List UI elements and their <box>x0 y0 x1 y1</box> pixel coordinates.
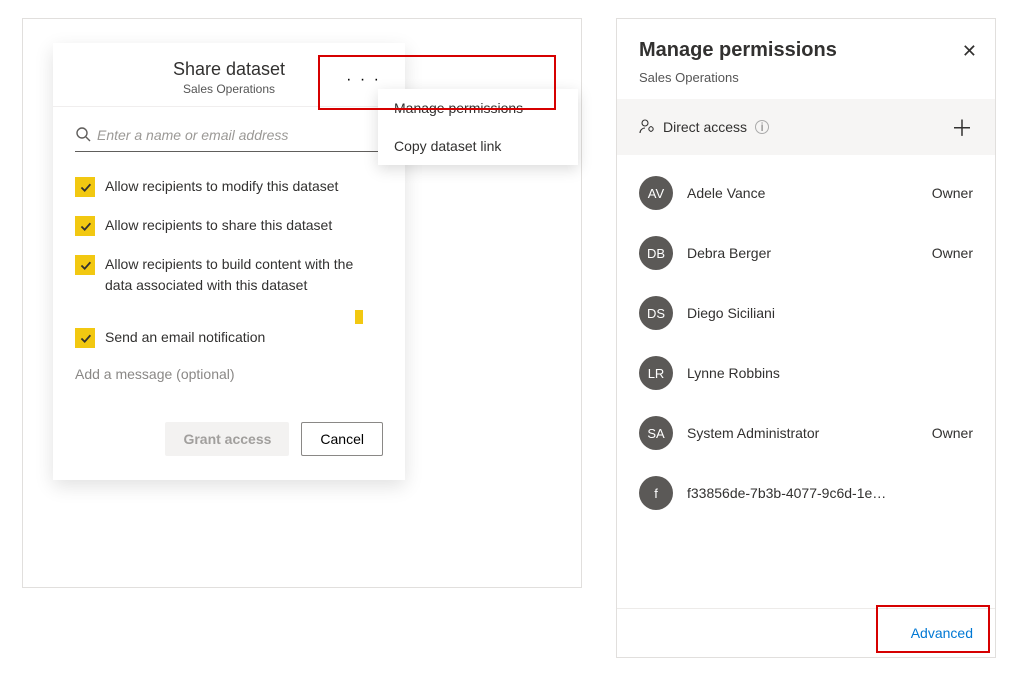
manage-permissions-panel: Manage permissions Sales Operations ✕ Di… <box>616 18 996 658</box>
user-name: Debra Berger <box>687 245 771 261</box>
recipient-input[interactable] <box>93 125 383 145</box>
user-row[interactable]: AV Adele Vance Owner <box>617 163 995 223</box>
user-name: Lynne Robbins <box>687 365 780 381</box>
user-row[interactable]: SA System Administrator Owner <box>617 403 995 463</box>
checkbox-icon <box>75 216 95 236</box>
checkbox-icon <box>75 255 95 275</box>
user-name: System Administrator <box>687 425 819 441</box>
message-input[interactable]: Add a message (optional) <box>75 366 383 382</box>
user-name: Adele Vance <box>687 185 765 201</box>
user-name: f33856de-7b3b-4077-9c6d-1e… <box>687 485 886 501</box>
check-modify[interactable]: Allow recipients to modify this dataset <box>75 176 383 197</box>
checkbox-icon <box>75 177 95 197</box>
cursor-caret <box>355 310 363 324</box>
user-role: Owner <box>932 425 973 441</box>
avatar: f <box>639 476 673 510</box>
direct-access-section: Direct access i ＋ <box>617 99 995 155</box>
people-settings-icon <box>639 118 655 137</box>
share-body: Allow recipients to modify this dataset … <box>53 107 405 480</box>
close-icon: ✕ <box>962 41 977 61</box>
perm-footer: Advanced <box>617 608 995 657</box>
user-row[interactable]: LR Lynne Robbins <box>617 343 995 403</box>
section-label: Direct access <box>663 119 747 135</box>
check-email[interactable]: Send an email notification <box>75 327 383 348</box>
check-modify-label: Allow recipients to modify this dataset <box>105 176 338 197</box>
perm-subtitle: Sales Operations <box>639 70 973 85</box>
plus-icon: ＋ <box>951 116 973 141</box>
user-row[interactable]: DB Debra Berger Owner <box>617 223 995 283</box>
ctx-copy-link[interactable]: Copy dataset link <box>378 127 578 165</box>
check-build[interactable]: Allow recipients to build content with t… <box>75 254 383 296</box>
check-share-label: Allow recipients to share this dataset <box>105 215 332 236</box>
search-icon <box>75 126 93 145</box>
user-name: Diego Siciliani <box>687 305 775 321</box>
avatar: DB <box>639 236 673 270</box>
button-row: Grant access Cancel <box>75 422 383 456</box>
info-icon[interactable]: i <box>755 120 769 134</box>
avatar: LR <box>639 356 673 390</box>
check-email-label: Send an email notification <box>105 327 265 348</box>
check-share[interactable]: Allow recipients to share this dataset <box>75 215 383 236</box>
perm-title: Manage permissions <box>639 39 973 62</box>
recipient-search-row[interactable] <box>75 121 383 152</box>
avatar: DS <box>639 296 673 330</box>
cancel-button[interactable]: Cancel <box>301 422 383 456</box>
avatar: SA <box>639 416 673 450</box>
advanced-link[interactable]: Advanced <box>911 625 973 641</box>
grant-access-button[interactable]: Grant access <box>165 422 289 456</box>
perm-header: Manage permissions Sales Operations ✕ <box>617 19 995 99</box>
user-role: Owner <box>932 245 973 261</box>
avatar: AV <box>639 176 673 210</box>
user-row[interactable]: f f33856de-7b3b-4077-9c6d-1e… <box>617 463 995 523</box>
more-icon: · · · <box>346 71 381 88</box>
check-build-label: Allow recipients to build content with t… <box>105 254 383 296</box>
user-list: AVAdele VanceOwnerDBDebra BergerOwnerDSD… <box>617 155 995 608</box>
add-user-button[interactable]: ＋ <box>951 111 973 143</box>
user-row[interactable]: DS Diego Siciliani <box>617 283 995 343</box>
share-header: Share dataset Sales Operations · · · <box>53 43 405 107</box>
user-role: Owner <box>932 185 973 201</box>
checkbox-icon <box>75 328 95 348</box>
ctx-manage-permissions[interactable]: Manage permissions <box>378 89 578 127</box>
share-dataset-dialog: Share dataset Sales Operations · · · All… <box>53 43 405 480</box>
context-menu: Manage permissions Copy dataset link <box>378 89 578 165</box>
close-button[interactable]: ✕ <box>962 41 977 62</box>
share-panel-frame: Share dataset Sales Operations · · · All… <box>22 18 582 588</box>
